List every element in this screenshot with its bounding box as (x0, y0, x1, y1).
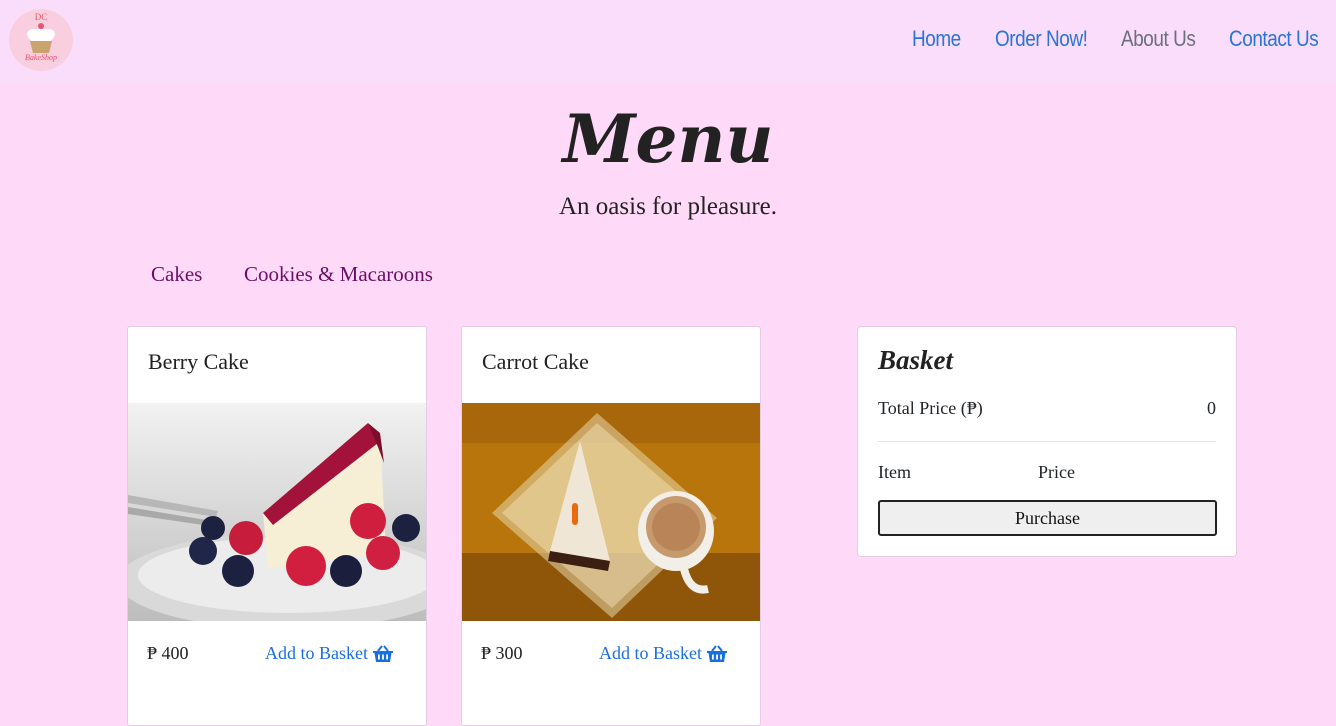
page-subtitle: An oasis for pleasure. (559, 193, 777, 220)
tab-cakes[interactable]: Cakes (151, 262, 202, 287)
basket-icon (707, 644, 727, 662)
product-name: Carrot Cake (482, 349, 589, 374)
nav-about-us[interactable]: About Us (1121, 26, 1196, 52)
bakeshop-logo[interactable]: DC BakeShop (9, 9, 73, 71)
column-header-price: Price (1038, 462, 1075, 482)
logo-bottom-text: BakeShop (25, 53, 57, 62)
nav-home[interactable]: Home (912, 26, 961, 52)
add-to-basket-link[interactable]: Add to Basket (599, 643, 728, 664)
nav-order-now[interactable]: Order Now! (995, 26, 1088, 52)
add-to-basket-label: Add to Basket (265, 643, 368, 663)
basket-panel: Basket Total Price (₱) 0 Item Price Purc… (857, 326, 1237, 557)
column-header-item: Item (878, 462, 911, 482)
navbar: DC BakeShop Home Order Now! About Us Con… (0, 0, 1336, 84)
basket-icon (373, 644, 393, 662)
total-price-value: 0 (1207, 398, 1216, 418)
product-price: ₱ 400 (147, 643, 189, 663)
carrot-cake-image (462, 403, 760, 621)
basket-title: Basket (878, 345, 954, 375)
tab-cookies-macaroons[interactable]: Cookies & Macaroons (244, 262, 433, 287)
product-name: Berry Cake (148, 349, 249, 374)
product-price: ₱ 300 (481, 643, 523, 663)
divider (878, 441, 1216, 442)
total-price-label: Total Price (₱) (878, 398, 983, 418)
purchase-button[interactable]: Purchase (878, 500, 1217, 536)
berry-cake-image (128, 403, 426, 621)
add-to-basket-label: Add to Basket (599, 643, 702, 663)
add-to-basket-link[interactable]: Add to Basket (265, 643, 394, 664)
product-card-carrot-cake: Carrot Cake ₱ 300 Add to Basket (461, 326, 761, 726)
nav-contact-us[interactable]: Contact Us (1229, 26, 1319, 52)
page-title: Menu (562, 100, 774, 178)
product-card-berry-cake: Berry Cake ₱ 400 Add to Basket (127, 326, 427, 726)
